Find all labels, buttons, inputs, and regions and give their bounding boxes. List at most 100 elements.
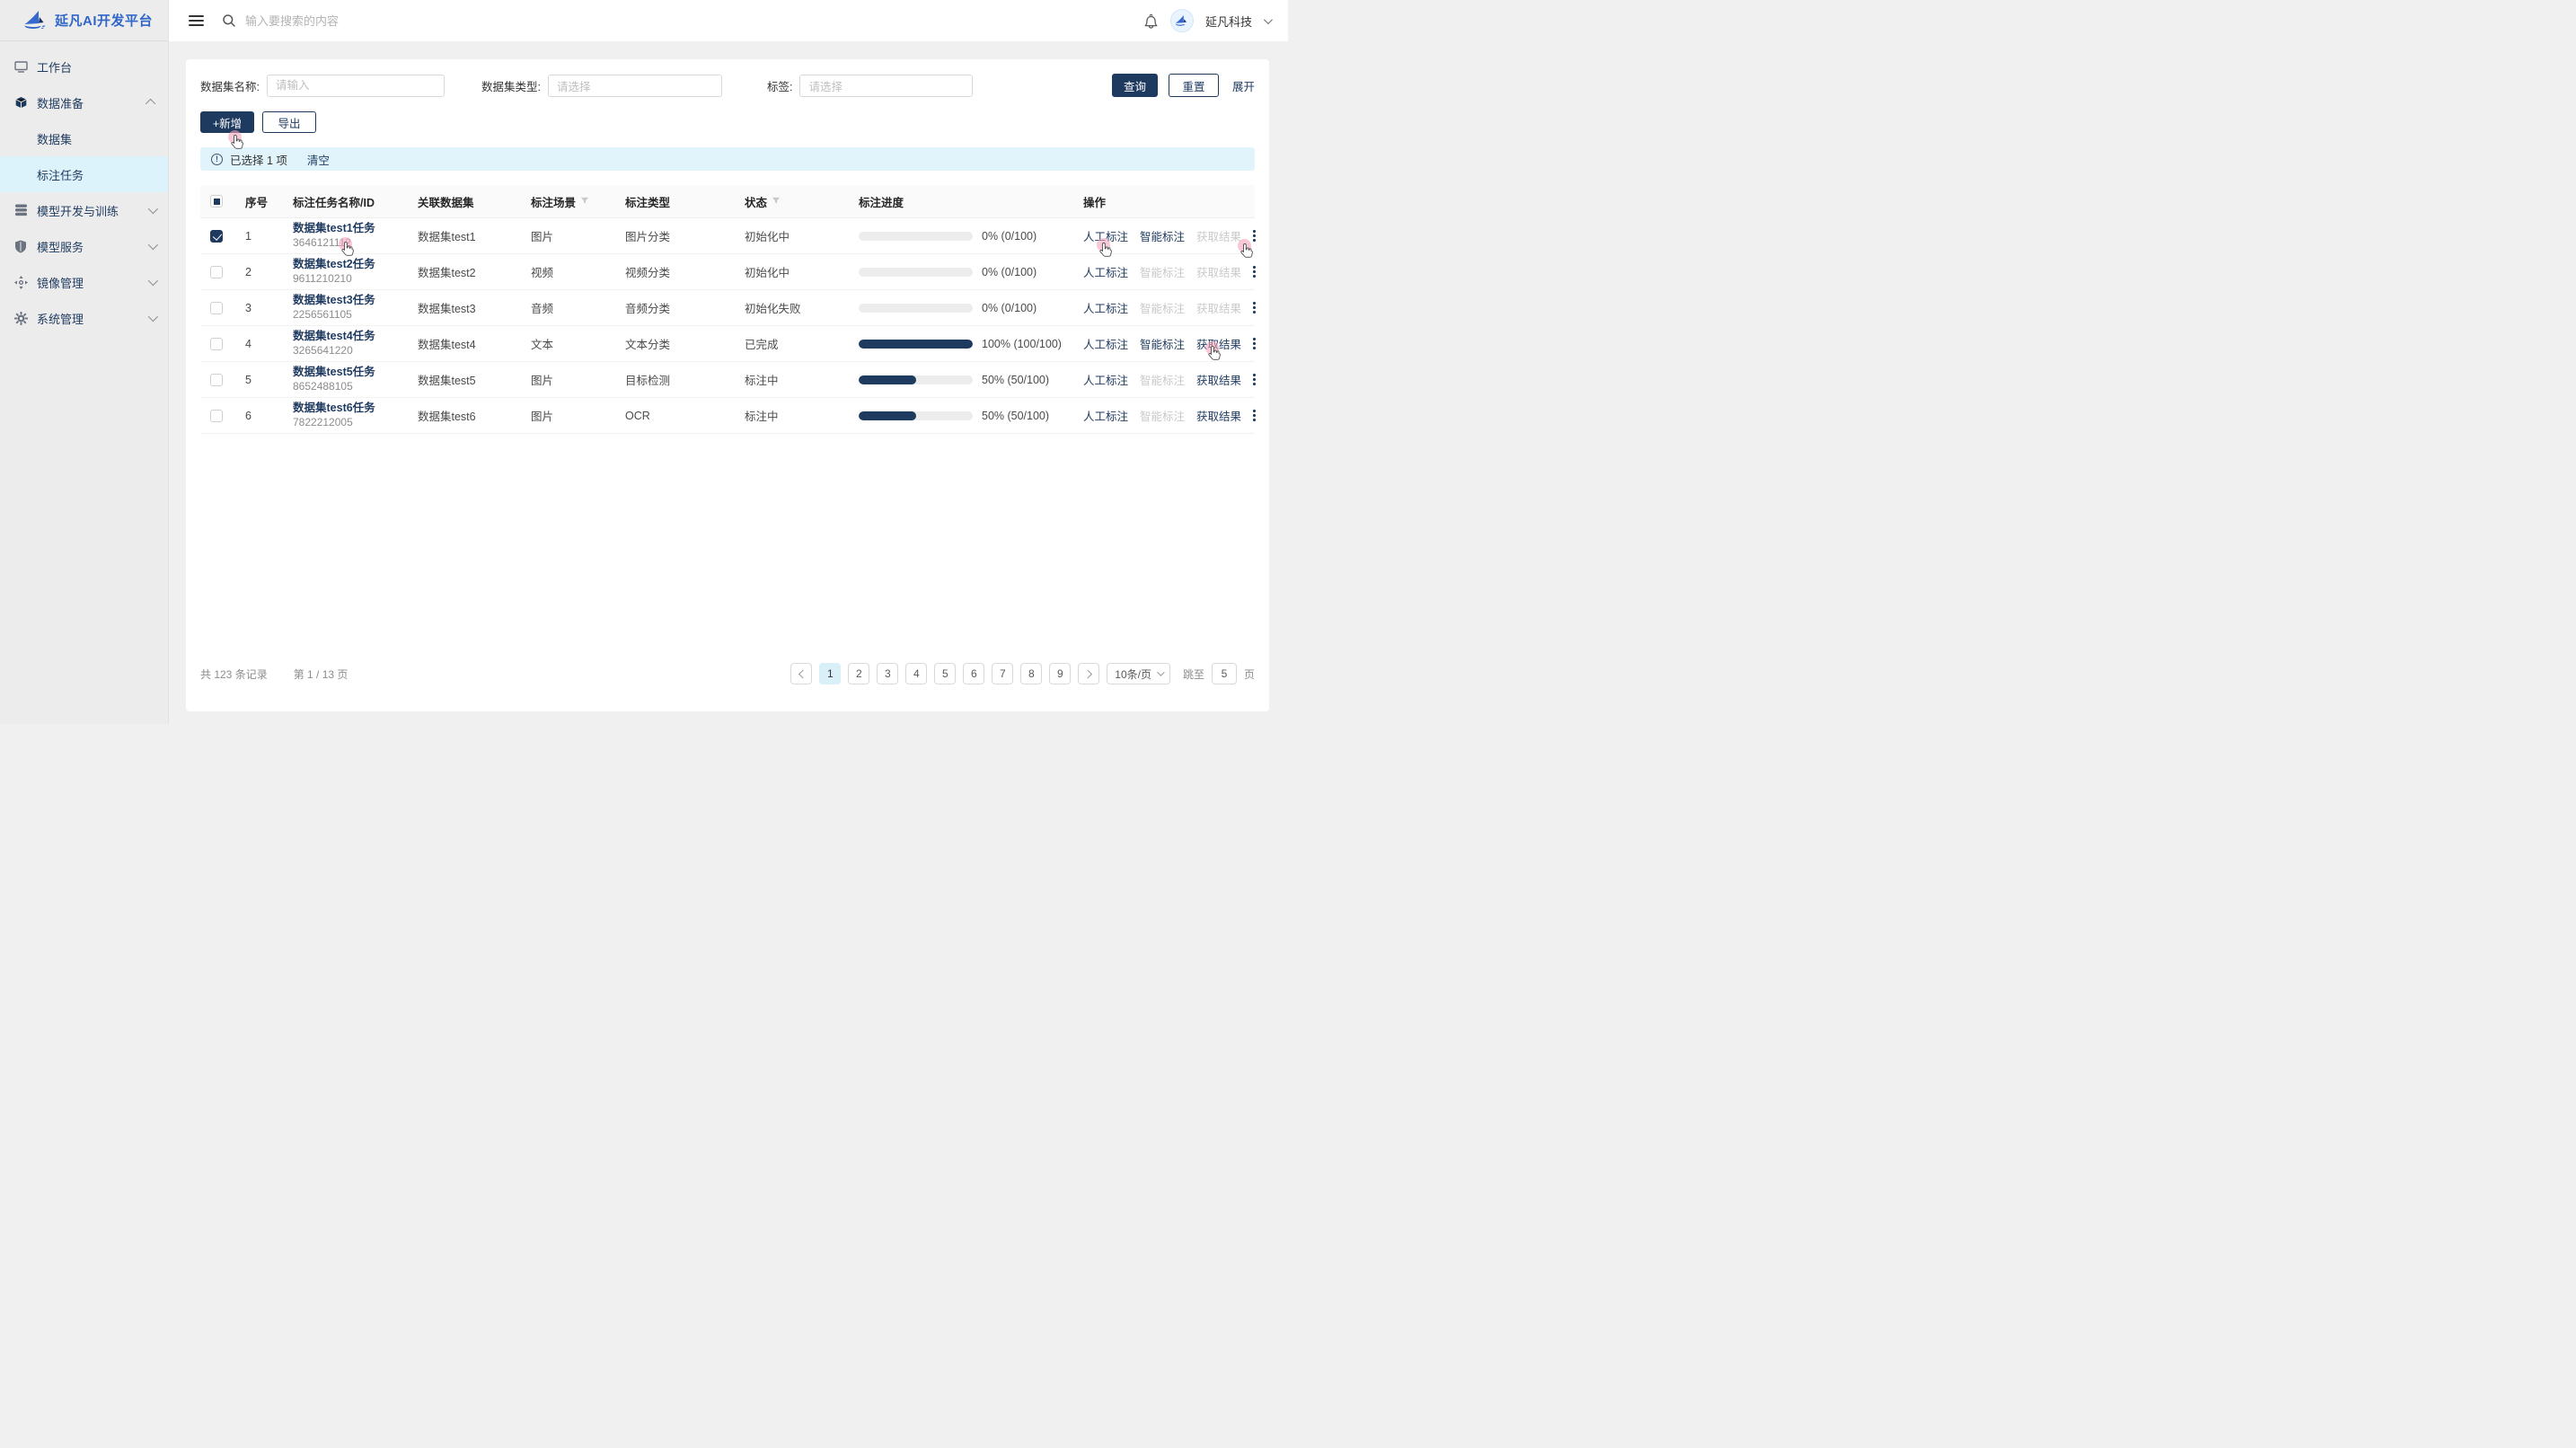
logo-row: 延凡AI开发平台: [0, 0, 168, 41]
fetch-result-link[interactable]: 获取结果: [1196, 263, 1241, 280]
row-name-cell: 数据集test6任务 7822212005: [289, 402, 413, 429]
query-button[interactable]: 查询: [1112, 74, 1158, 97]
task-name-link[interactable]: 数据集test1任务: [293, 222, 375, 236]
row-actions-cell: 人工标注 智能标注 获取结果: [1074, 335, 1268, 352]
row-dataset: 数据集test4: [413, 335, 526, 352]
more-actions-icon[interactable]: [1253, 230, 1256, 242]
expand-link[interactable]: 展开: [1232, 77, 1255, 94]
user-menu-chevron-icon[interactable]: [1264, 15, 1273, 24]
page-button-4[interactable]: 4: [905, 663, 927, 684]
progress-label: 0% (0/100): [982, 230, 1037, 243]
page-button-7[interactable]: 7: [992, 663, 1013, 684]
progress-bar-track: [859, 232, 973, 241]
smart-annotate-link[interactable]: 智能标注: [1140, 299, 1185, 316]
smart-annotate-link[interactable]: 智能标注: [1140, 407, 1185, 424]
more-actions-icon[interactable]: [1253, 410, 1256, 421]
more-actions-icon[interactable]: [1253, 338, 1256, 349]
add-button[interactable]: +新增: [200, 111, 254, 133]
chevron-right-icon: [1083, 669, 1092, 678]
progress-label: 0% (0/100): [982, 302, 1037, 314]
more-actions-icon[interactable]: [1253, 266, 1256, 278]
smart-annotate-link[interactable]: 智能标注: [1140, 227, 1185, 244]
page-position-text: 第 1 / 13 页: [294, 667, 348, 682]
fetch-result-link[interactable]: 获取结果: [1196, 407, 1241, 424]
manual-annotate-link[interactable]: 人工标注: [1083, 299, 1128, 316]
fetch-result-link[interactable]: 获取结果: [1196, 335, 1241, 352]
export-button[interactable]: 导出: [262, 111, 316, 133]
manual-annotate-link[interactable]: 人工标注: [1083, 263, 1128, 280]
page-size-select[interactable]: 10条/页: [1107, 663, 1170, 684]
page-button-5[interactable]: 5: [934, 663, 956, 684]
sidebar-item-model-service[interactable]: 模型服务: [0, 228, 168, 264]
sidebar-item-dataset[interactable]: 数据集: [0, 120, 168, 156]
task-name-link[interactable]: 数据集test4任务: [293, 330, 375, 344]
task-name-link[interactable]: 数据集test6任务: [293, 402, 375, 416]
manual-annotate-link[interactable]: 人工标注: [1083, 227, 1128, 244]
row-index: 5: [233, 374, 289, 386]
sidebar-item-system-mgmt[interactable]: 系统管理: [0, 300, 168, 336]
sidebar-item-data-prep[interactable]: 数据准备: [0, 84, 168, 120]
page-button-6[interactable]: 6: [963, 663, 984, 684]
fetch-result-link[interactable]: 获取结果: [1196, 299, 1241, 316]
main-content: 数据集名称: 数据集类型: 请选择 标签: 请选择 查询 重置 展开 +新增 导…: [169, 41, 1288, 724]
manual-annotate-link[interactable]: 人工标注: [1083, 371, 1128, 388]
dataset-name-input[interactable]: [267, 75, 445, 97]
smart-annotate-link[interactable]: 智能标注: [1140, 335, 1185, 352]
smart-annotate-link[interactable]: 智能标注: [1140, 263, 1185, 280]
user-avatar[interactable]: [1170, 9, 1194, 32]
col-task-name: 标注任务名称/ID: [289, 193, 413, 210]
row-actions-cell: 人工标注 智能标注 获取结果: [1074, 263, 1268, 280]
task-name-link[interactable]: 数据集test3任务: [293, 294, 375, 308]
row-progress-cell: 0% (0/100): [854, 266, 1074, 278]
row-checkbox[interactable]: [210, 302, 223, 314]
sidebar-item-workbench[interactable]: 工作台: [0, 49, 168, 84]
row-checkbox[interactable]: [210, 338, 223, 350]
row-name-cell: 数据集test5任务 8652488105: [289, 366, 413, 393]
tag-label: 标签:: [767, 77, 792, 94]
row-checkbox[interactable]: [210, 410, 223, 422]
manual-annotate-link[interactable]: 人工标注: [1083, 407, 1128, 424]
tag-select[interactable]: 请选择: [799, 75, 973, 97]
sidebar-item-annotation-task[interactable]: 标注任务: [0, 156, 168, 192]
hamburger-menu-icon[interactable]: [189, 15, 204, 26]
clear-selection-link[interactable]: 清空: [307, 151, 330, 168]
next-page-button[interactable]: [1078, 663, 1099, 684]
fetch-result-link[interactable]: 获取结果: [1196, 371, 1241, 388]
status-filter-icon[interactable]: [772, 197, 781, 206]
search-input[interactable]: [245, 14, 604, 28]
page-button-8[interactable]: 8: [1020, 663, 1042, 684]
more-actions-icon[interactable]: [1253, 374, 1256, 385]
search-icon: [222, 13, 236, 28]
page-button-2[interactable]: 2: [848, 663, 869, 684]
fetch-result-link[interactable]: 获取结果: [1196, 227, 1241, 244]
manual-annotate-link[interactable]: 人工标注: [1083, 335, 1128, 352]
page-button-1[interactable]: 1: [819, 663, 841, 684]
row-checkbox[interactable]: [210, 374, 223, 386]
select-all-checkbox[interactable]: [210, 195, 223, 207]
row-actions-cell: 人工标注 智能标注 获取结果: [1074, 407, 1268, 424]
reset-button[interactable]: 重置: [1169, 74, 1219, 97]
chevron-down-icon: [148, 312, 158, 322]
page-button-9[interactable]: 9: [1049, 663, 1071, 684]
task-id: 7822212005: [293, 416, 375, 429]
row-checkbox[interactable]: [210, 266, 223, 278]
page-button-3[interactable]: 3: [877, 663, 898, 684]
filter-bar: 数据集名称: 数据集类型: 请选择 标签: 请选择 查询 重置 展开: [200, 74, 1255, 97]
row-checkbox[interactable]: [210, 230, 223, 243]
task-name-link[interactable]: 数据集test5任务: [293, 366, 375, 380]
row-index: 2: [233, 266, 289, 278]
prev-page-button[interactable]: [790, 663, 812, 684]
content-card: 数据集名称: 数据集类型: 请选择 标签: 请选择 查询 重置 展开 +新增 导…: [186, 59, 1269, 711]
task-name-link[interactable]: 数据集test2任务: [293, 258, 375, 272]
sidebar-item-model-dev[interactable]: 模型开发与训练: [0, 192, 168, 228]
user-name[interactable]: 延凡科技: [1205, 13, 1252, 30]
smart-annotate-link[interactable]: 智能标注: [1140, 371, 1185, 388]
row-actions-cell: 人工标注 智能标注 获取结果: [1074, 227, 1268, 244]
task-id: 2256561105: [293, 308, 375, 322]
more-actions-icon[interactable]: [1253, 302, 1256, 313]
sidebar-item-image-mgmt[interactable]: 镜像管理: [0, 264, 168, 300]
notification-bell-icon[interactable]: [1143, 13, 1159, 29]
dataset-type-select[interactable]: 请选择: [548, 75, 722, 97]
scene-filter-icon[interactable]: [580, 197, 589, 206]
jump-page-input[interactable]: [1212, 663, 1237, 684]
